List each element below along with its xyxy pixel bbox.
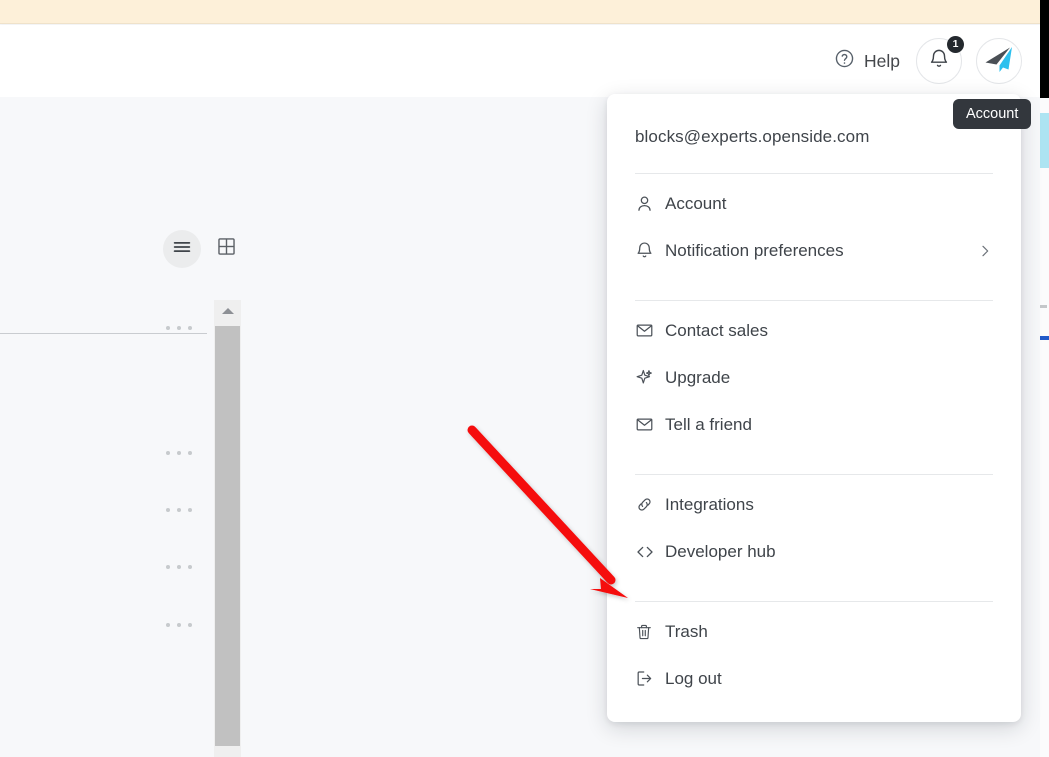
list-view-button[interactable] [163,230,201,268]
ellipsis-icon [166,508,170,512]
help-button-label: Help [864,50,900,71]
ellipsis-icon [177,565,181,569]
grid-view-icon [216,236,237,262]
row-menu-button[interactable] [166,501,192,519]
ellipsis-icon [188,326,192,330]
ellipsis-icon [177,326,181,330]
code-brackets-icon [635,542,661,562]
trash-icon [635,623,661,641]
vertical-scroll-thumb[interactable] [215,326,240,746]
right-edge-black-bar [1040,0,1049,98]
notifications-button[interactable]: 1 [916,36,964,84]
menu-item-upgrade[interactable]: Upgrade [607,354,1021,401]
menu-item-developer-hub[interactable]: Developer hub [607,528,1021,575]
scroll-up-arrow-icon[interactable] [214,300,241,322]
bell-icon [928,48,950,75]
ellipsis-icon [166,623,170,627]
row-menu-button[interactable] [166,319,192,337]
envelope-icon [635,321,661,340]
menu-item-label: Log out [665,668,722,688]
question-circle-icon [834,48,855,74]
help-button[interactable]: Help [832,44,902,78]
menu-group-session: Trash Log out [607,602,1021,702]
ellipsis-icon [166,451,170,455]
menu-item-label: Account [665,193,727,213]
sparkle-icon [635,368,661,387]
ellipsis-icon [166,565,170,569]
chevron-right-icon [977,243,993,259]
header-actions: Help 1 [832,25,1022,97]
menu-item-label: Contact sales [665,320,768,340]
menu-item-label: Notification preferences [665,240,844,260]
grid-view-button[interactable] [207,230,245,268]
menu-group-sales: Contact sales Upgrade Tell a friend [607,301,1021,448]
ellipsis-icon [188,508,192,512]
menu-item-label: Developer hub [665,541,776,561]
account-avatar-button[interactable] [976,38,1022,84]
user-icon [635,194,661,213]
menu-item-label: Trash [665,621,708,641]
ellipsis-icon [188,565,192,569]
ellipsis-icon [188,623,192,627]
menu-group-account: Account Notification preferences [607,174,1021,274]
menu-item-contact-sales[interactable]: Contact sales [607,307,1021,354]
envelope-icon [635,415,661,434]
account-dropdown-menu: blocks@experts.openside.com Account Noti… [607,94,1021,722]
right-edge-blue-tick [1040,336,1049,340]
account-tooltip: Account [953,99,1032,129]
vertical-scrollbar[interactable] [214,300,241,757]
ellipsis-icon [188,451,192,455]
row-menu-button[interactable] [166,616,192,634]
notifications-badge: 1 [947,36,964,53]
menu-item-notification-preferences[interactable]: Notification preferences [607,227,1021,274]
list-view-icon [171,236,193,263]
menu-item-trash[interactable]: Trash [607,608,1021,655]
menu-group-developer: Integrations Developer hub [607,475,1021,575]
menu-item-account[interactable]: Account [607,180,1021,227]
bell-icon [635,241,661,260]
right-edge-gray-tick [1040,305,1047,308]
row-menu-button[interactable] [166,444,192,462]
app-header: Help 1 [0,25,1040,97]
row-menu-button[interactable] [166,558,192,576]
link-icon [635,495,661,514]
paper-plane-logo [979,39,1019,83]
menu-item-label: Upgrade [665,367,731,387]
menu-item-label: Integrations [665,494,754,514]
ellipsis-icon [177,508,181,512]
menu-item-label: Tell a friend [665,414,752,434]
ellipsis-icon [177,451,181,455]
right-edge-blue-bar [1040,113,1049,168]
menu-item-log-out[interactable]: Log out [607,655,1021,702]
logout-icon [635,669,661,688]
menu-item-integrations[interactable]: Integrations [607,481,1021,528]
view-mode-toggle-group [163,230,245,268]
right-rail-background [1040,98,1049,757]
ellipsis-icon [177,623,181,627]
menu-item-tell-a-friend[interactable]: Tell a friend [607,401,1021,448]
promo-banner-strip [0,0,1040,24]
ellipsis-icon [166,326,170,330]
